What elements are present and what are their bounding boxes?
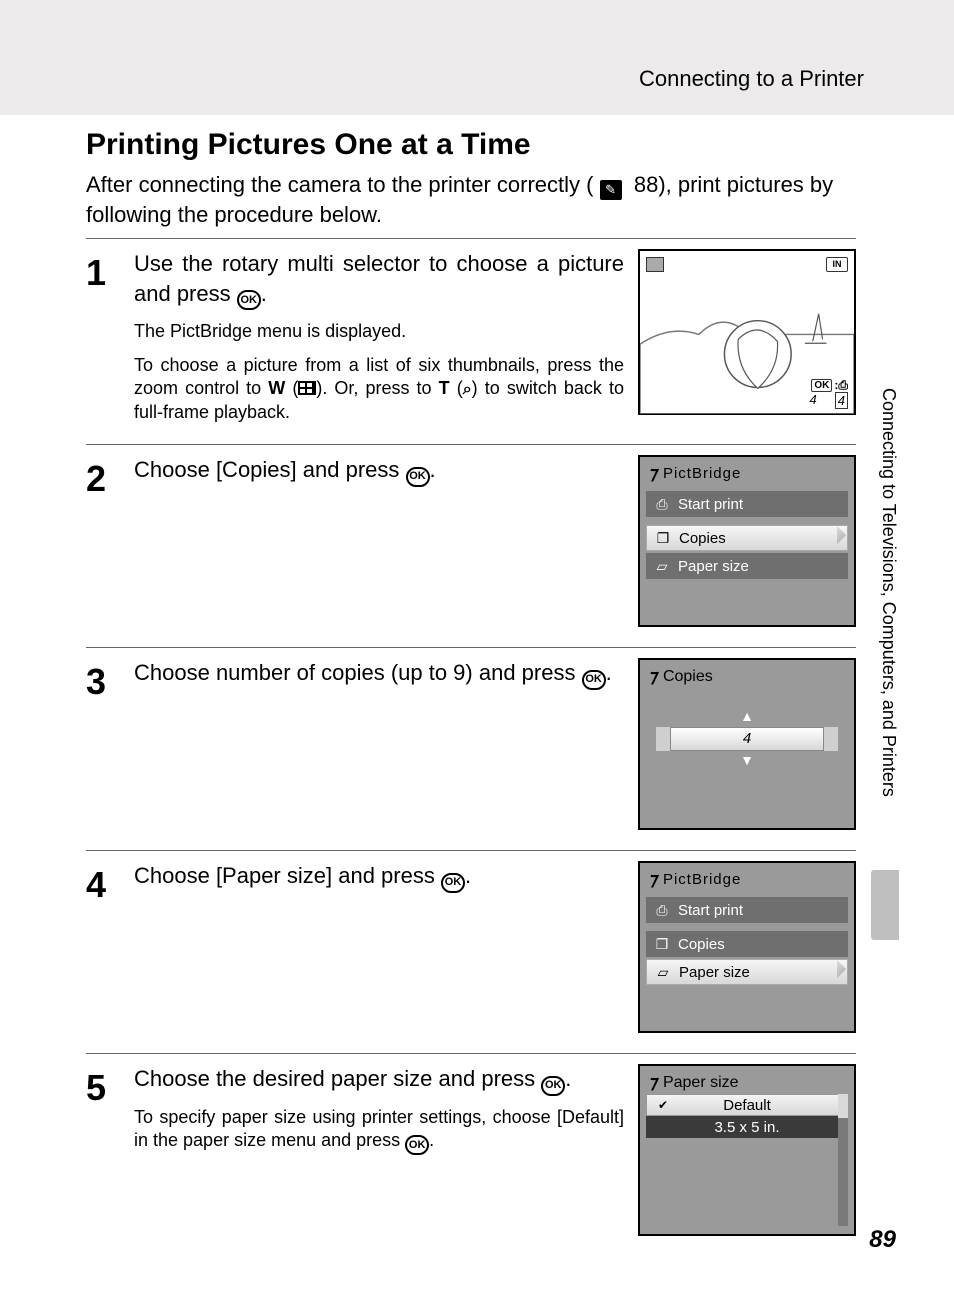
intro-ref-num: 88 [634,172,658,197]
steps-list: 1 Use the rotary multi selector to choos… [86,238,856,1256]
step-2-instruction: Choose [Copies] and press OK. [134,455,624,486]
side-thumb-tab [871,870,899,940]
step-1: 1 Use the rotary multi selector to choos… [86,238,856,444]
thumbnails-icon [298,381,316,395]
step-1-note-2: To choose a picture from a list of six t… [134,354,624,425]
step-5-instruction: Choose the desired paper size and press … [134,1064,624,1095]
step-4-screen: ⁊PictBridge ⎙Start print ❐Copies ▱Paper … [638,861,856,1033]
menu-title: ⁊Paper size [648,1072,739,1093]
pictbridge-icon: ⁊ [648,1072,657,1093]
step-4: 4 Choose [Paper size] and press OK. ⁊Pic… [86,850,856,1053]
ok-button-icon: OK [541,1076,565,1096]
step-2-screen: ⁊PictBridge ⎙Start print ❐Copies ▱Paper … [638,455,856,627]
pictbridge-icon: ⁊ [648,869,657,890]
step-3: 3 Choose number of copies (up to 9) and … [86,647,856,850]
intro-before: After connecting the camera to the print… [86,172,593,197]
printer-icon: ⎙ [654,496,670,513]
menu-title: ⁊PictBridge [648,463,846,484]
ok-button-icon: OK [441,873,465,893]
menu-item-paper-size[interactable]: ▱Paper size [646,553,848,579]
copies-icon: ❐ [655,530,671,547]
step-4-instruction: Choose [Paper size] and press OK. [134,861,624,892]
pictbridge-icon: ⁊ [648,463,657,484]
pictbridge-icon: ⁊ [648,666,657,687]
scrollbar-thumb[interactable] [838,1094,848,1118]
menu-item-start-print[interactable]: ⎙Start print [646,897,848,923]
paper-option-3_5x5[interactable]: 3.5 x 5 in. [646,1116,848,1138]
step-3-screen: ⁊Copies ▲ 4 ▼ [638,658,856,830]
step-5: 5 Choose the desired paper size and pres… [86,1053,856,1256]
side-chapter-label: Connecting to Televisions, Computers, an… [875,388,899,898]
menu-item-copies[interactable]: ❐Copies [646,931,848,957]
copies-icon: ❐ [654,936,670,953]
menu-title: ⁊PictBridge [648,869,846,890]
paper-icon: ▱ [654,558,670,575]
check-icon: ✔ [658,1098,672,1112]
step-number: 1 [86,249,134,424]
copies-value: 4 [670,727,824,751]
copies-spinner[interactable]: ▲ 4 ▼ [656,708,838,770]
ok-button-icon: OK [237,290,261,310]
step-2: 2 Choose [Copies] and press OK. ⁊PictBri… [86,444,856,647]
step-5-screen: ⁊Paper size ✔Default 3.5 x 5 in. [638,1064,856,1236]
page-title: Printing Pictures One at a Time [86,128,531,162]
scrollbar[interactable] [838,1094,848,1226]
step-number: 5 [86,1064,134,1236]
arrow-up-icon[interactable]: ▲ [656,708,838,726]
ok-button-icon: OK [582,670,606,690]
breadcrumb: Connecting to a Printer [639,66,864,92]
step-1-note-1: The PictBridge menu is displayed. [134,320,624,343]
step-1-instruction: Use the rotary multi selector to choose … [134,249,624,310]
step-3-instruction: Choose number of copies (up to 9) and pr… [134,658,624,689]
ok-print-indicator: OK:⎙ [811,378,848,393]
step-5-note: To specify paper size using printer sett… [134,1106,624,1156]
menu-item-paper-size[interactable]: ▱Paper size [646,959,848,985]
arrow-down-icon[interactable]: ▼ [656,752,838,770]
ok-button-icon: OK [406,467,430,487]
header-bar: Connecting to a Printer [0,0,954,115]
menu-item-start-print[interactable]: ⎙Start print [646,491,848,517]
step-number: 4 [86,861,134,1033]
magnify-icon: ⌕ [463,381,472,398]
step-number: 3 [86,658,134,830]
step-1-screen: IN OK:⎙ 44 [638,249,856,415]
ok-button-icon: OK [405,1135,429,1155]
printer-icon: ⎙ [654,902,670,919]
page-number: 89 [869,1226,896,1254]
reference-icon: ✎ [600,180,622,200]
intro-text: After connecting the camera to the print… [86,170,856,229]
paper-option-default[interactable]: ✔Default [646,1094,848,1116]
frame-counter: 44 [810,392,848,409]
step-number: 2 [86,455,134,627]
menu-item-copies[interactable]: ❐Copies [646,525,848,551]
paper-icon: ▱ [655,964,671,981]
menu-title: ⁊Copies [648,666,713,687]
